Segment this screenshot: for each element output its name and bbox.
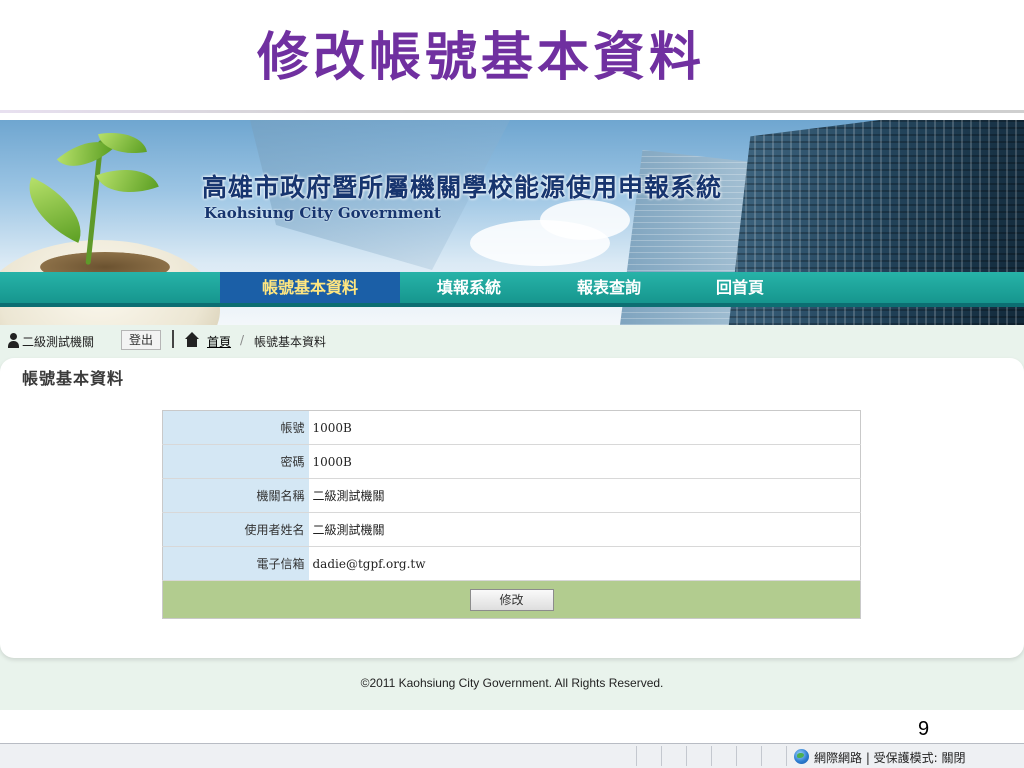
password-value: 1000B xyxy=(308,444,861,479)
account-value: 1000B xyxy=(308,410,861,445)
nav-item-report-query[interactable]: 報表查詢 xyxy=(550,272,668,303)
breadcrumb-home-link[interactable]: 首頁 xyxy=(207,333,231,350)
main-nav: 帳號基本資料 填報系統 報表查詢 回首頁 xyxy=(0,272,1024,307)
account-info-table: 帳號 1000B 密碼 1000B 機關名稱 二級測試機關 使用者姓名 二級測試… xyxy=(162,410,861,619)
divider xyxy=(172,330,174,348)
user-icon xyxy=(8,333,19,349)
breadcrumb-current: 帳號基本資料 xyxy=(254,335,327,349)
breadcrumb-separator: / xyxy=(240,333,245,347)
home-icon[interactable] xyxy=(185,332,199,348)
status-pane xyxy=(661,746,685,766)
slide-title: 修改帳號基本資料 xyxy=(256,28,705,88)
status-pane xyxy=(711,746,735,766)
agency-name-value: 二級測試機關 xyxy=(308,478,861,513)
system-title: 高雄市政府暨所屬機關學校能源使用申報系統 xyxy=(202,173,723,202)
browser-status-bar: 網際網路 | 受保護模式: 關閉 xyxy=(0,743,1024,768)
globe-icon xyxy=(794,749,809,764)
sprout-leaf xyxy=(96,156,159,206)
table-row: 密碼 1000B xyxy=(162,444,861,479)
section-title: 帳號基本資料 xyxy=(22,369,125,388)
banner-cloud xyxy=(540,200,630,240)
status-pane xyxy=(636,746,660,766)
header-banner: 高雄市政府暨所屬機關學校能源使用申報系統 Kaohsiung City Gove… xyxy=(0,120,1024,325)
table-row: 帳號 1000B xyxy=(162,410,861,445)
slide-page-number: 9 xyxy=(918,718,930,740)
web-page: 高雄市政府暨所屬機關學校能源使用申報系統 Kaohsiung City Gove… xyxy=(0,120,1024,710)
table-row: 電子信箱 dadie@tgpf.org.tw xyxy=(162,546,861,581)
user-name-label: 使用者姓名 xyxy=(162,512,309,547)
zone-status-text[interactable]: 網際網路 | 受保護模式: 關閉 xyxy=(814,749,966,766)
email-label: 電子信箱 xyxy=(162,546,309,581)
nav-item-account-info[interactable]: 帳號基本資料 xyxy=(220,272,400,303)
edit-button[interactable]: 修改 xyxy=(469,588,554,611)
table-row: 使用者姓名 二級測試機關 xyxy=(162,512,861,547)
username-label: 二級測試機關 xyxy=(22,335,95,349)
status-pane xyxy=(761,746,785,766)
agency-name-label: 機關名稱 xyxy=(162,478,309,513)
logout-button[interactable]: 登出 xyxy=(121,330,161,350)
table-row: 機關名稱 二級測試機關 xyxy=(162,478,861,513)
account-label: 帳號 xyxy=(162,410,309,445)
copyright-footer: ©2011 Kaohsiung City Government. All Rig… xyxy=(360,676,664,690)
title-divider xyxy=(0,110,1024,113)
nav-bottom-edge xyxy=(0,303,1024,307)
sprout-leaf xyxy=(98,126,147,160)
email-value: dadie@tgpf.org.tw xyxy=(308,546,861,581)
breadcrumb-bar: 二級測試機關 登出 首頁 / 帳號基本資料 xyxy=(0,327,1024,355)
user-name-value: 二級測試機關 xyxy=(308,512,861,547)
password-label: 密碼 xyxy=(162,444,309,479)
system-subtitle: Kaohsiung City Government xyxy=(204,204,441,222)
action-cell: 修改 xyxy=(162,580,861,619)
sprout-leaf xyxy=(14,177,96,243)
nav-item-home[interactable]: 回首頁 xyxy=(690,272,790,303)
status-pane xyxy=(786,746,787,766)
status-pane xyxy=(686,746,710,766)
nav-item-report-system[interactable]: 填報系統 xyxy=(410,272,528,303)
status-pane xyxy=(736,746,760,766)
content-card: 帳號基本資料 帳號 1000B 密碼 1000B 機關名稱 二級測試機關 使用者… xyxy=(0,358,1024,658)
action-row: 修改 xyxy=(162,580,861,619)
